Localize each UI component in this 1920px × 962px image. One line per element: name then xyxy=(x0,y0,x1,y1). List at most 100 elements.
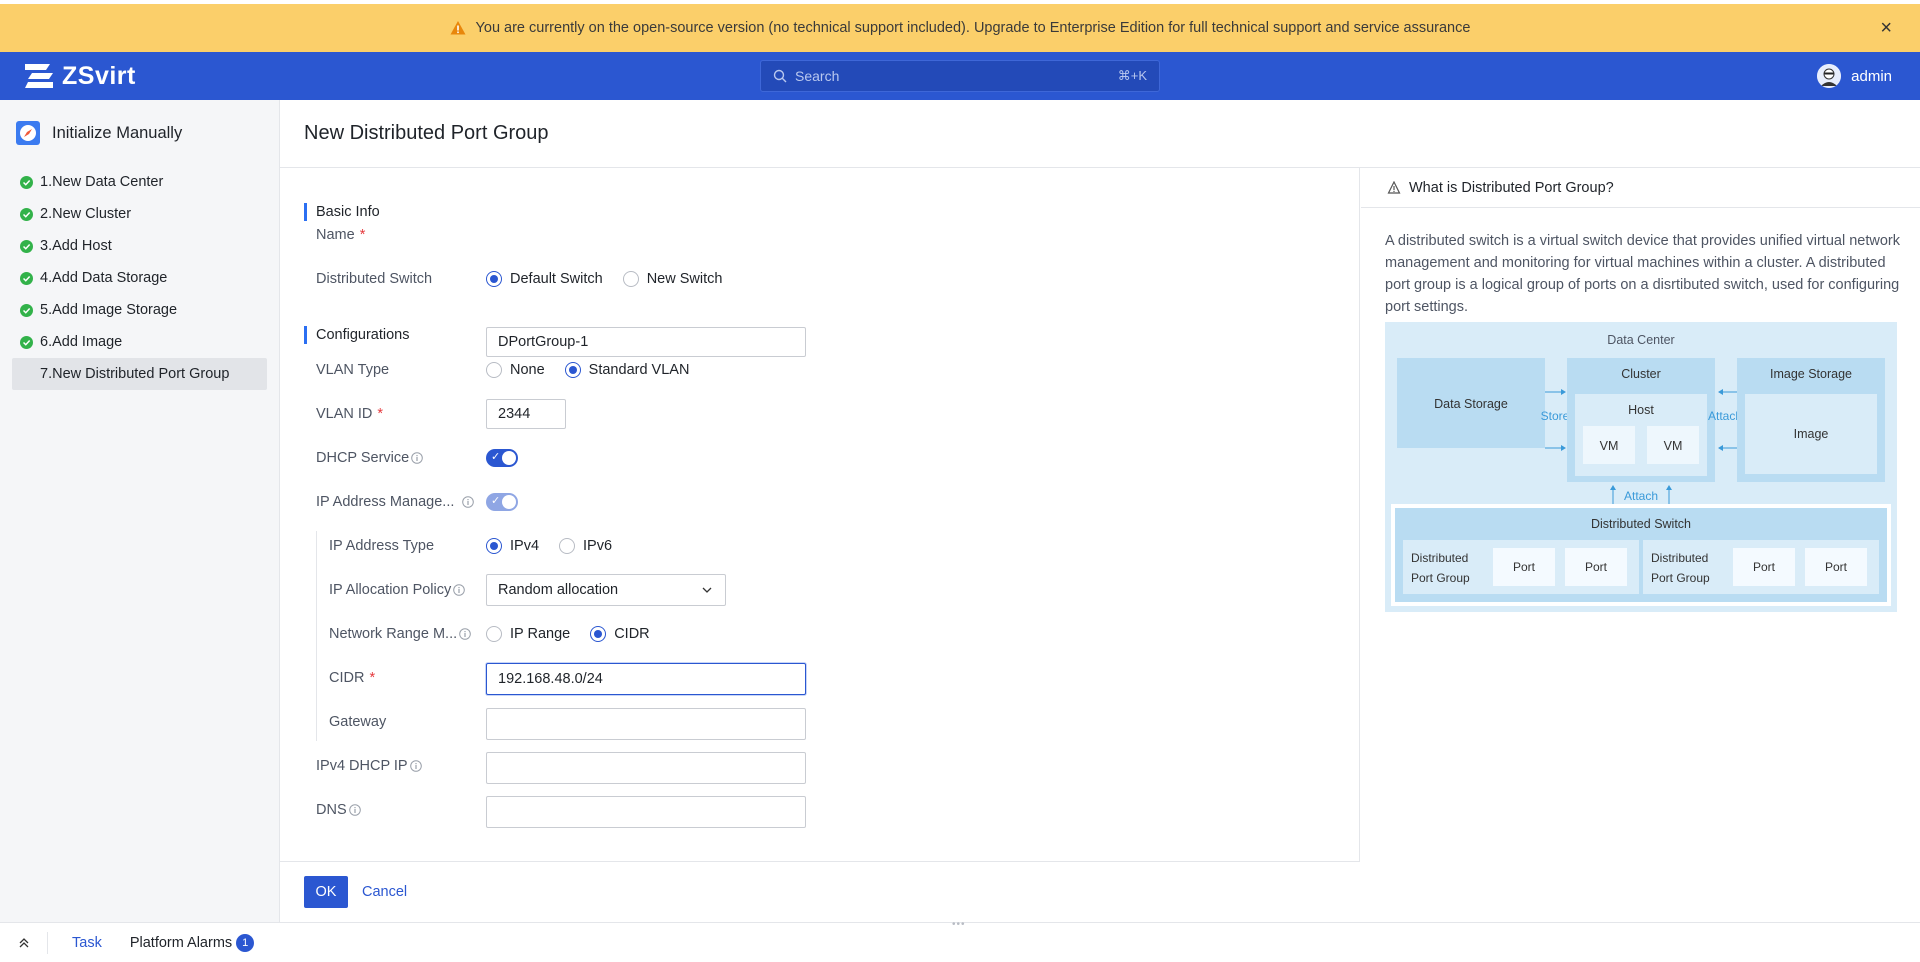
ip-type-radio-group: IPv4 IPv6 xyxy=(486,538,632,554)
radio-ipv6[interactable]: IPv6 xyxy=(559,538,612,554)
search-placeholder: Search xyxy=(795,68,840,84)
diagram-label: Port Group xyxy=(1411,571,1470,585)
resize-grip-icon[interactable]: ••• xyxy=(952,919,966,930)
compass-icon xyxy=(16,121,40,145)
vlan-id-input[interactable]: 2344 xyxy=(486,399,566,429)
vlan-type-radio-group: None Standard VLAN xyxy=(486,362,709,378)
upgrade-banner: You are currently on the open-source ver… xyxy=(0,0,1920,52)
ip-allocation-policy-label: IP Allocation Policy xyxy=(329,575,466,605)
diagram-label: Image Storage xyxy=(1770,367,1852,381)
dns-input[interactable] xyxy=(486,796,806,828)
step-label: 4.Add Data Storage xyxy=(40,270,168,286)
step-label: 5.Add Image Storage xyxy=(40,302,178,318)
sidebar-title-label: Initialize Manually xyxy=(52,123,183,142)
step-item-active[interactable]: 7.New Distributed Port Group xyxy=(12,358,267,390)
diagram-label: Port xyxy=(1753,560,1776,574)
search-input[interactable]: Search ⌘+K xyxy=(760,60,1160,92)
expand-panel-button[interactable] xyxy=(0,931,48,954)
radio-ipv4[interactable]: IPv4 xyxy=(486,538,539,554)
close-icon[interactable]: × xyxy=(1880,18,1892,38)
step-label: 2.New Cluster xyxy=(40,206,132,222)
user-menu[interactable]: admin xyxy=(1817,64,1892,88)
vlan-id-label: VLAN ID * xyxy=(316,406,384,422)
diagram-label: Port xyxy=(1825,560,1848,574)
info-icon[interactable] xyxy=(453,584,466,596)
step-item[interactable]: 6.Add Image xyxy=(12,326,267,358)
dns-label: DNS xyxy=(316,795,361,825)
ip-address-type-label: IP Address Type xyxy=(329,538,435,554)
info-icon[interactable] xyxy=(462,496,475,508)
ip-address-management-toggle[interactable]: ✓ xyxy=(486,493,518,511)
radio-cidr[interactable]: CIDR xyxy=(590,626,650,642)
diagram-label: Attach xyxy=(1708,409,1742,423)
section-configurations: Configurations xyxy=(304,326,410,344)
port-group-form: Basic Info Name * DPortGroup-1 Distribute… xyxy=(280,168,1360,862)
diagram-label: Image xyxy=(1794,427,1829,441)
dhcp-service-toggle[interactable]: ✓ xyxy=(486,449,518,467)
radio-vlan-standard[interactable]: Standard VLAN xyxy=(564,362,689,378)
network-range-radio-group: IP Range CIDR xyxy=(486,626,670,642)
step-label: 3.Add Host xyxy=(40,238,112,254)
avatar xyxy=(1817,64,1842,88)
bottom-bar: ••• Task Platform Alarms 1 xyxy=(0,919,1920,962)
ip-allocation-policy-select[interactable]: Random allocation xyxy=(486,574,726,606)
help-header: What is Distributed Port Group? xyxy=(1361,168,1920,208)
check-circle-icon xyxy=(20,239,33,253)
diagram-label: Attach xyxy=(1624,489,1658,503)
gateway-input[interactable] xyxy=(486,708,806,740)
radio-vlan-none[interactable]: None xyxy=(486,362,545,378)
diagram-label: Distributed xyxy=(1411,551,1468,565)
vlan-type-label: VLAN Type xyxy=(316,362,390,378)
radio-new-switch[interactable]: New Switch xyxy=(622,271,722,287)
brand-name: ZSvirt xyxy=(62,61,136,90)
user-name: admin xyxy=(1851,67,1892,85)
step-item[interactable]: 5.Add Image Storage xyxy=(12,294,267,326)
ok-button[interactable]: OK xyxy=(304,876,348,908)
help-title: What is Distributed Port Group? xyxy=(1409,179,1614,196)
help-body: A distributed switch is a virtual switch… xyxy=(1385,233,1900,315)
alarm-count-badge: 1 xyxy=(236,933,255,952)
check-circle-icon xyxy=(20,175,33,189)
diagram-label: VM xyxy=(1664,439,1683,453)
task-tab[interactable]: Task xyxy=(72,935,102,951)
chevron-down-icon xyxy=(702,587,712,593)
banner-message: You are currently on the open-source ver… xyxy=(475,20,1471,36)
top-header: ZSvirt Search ⌘+K admin xyxy=(0,52,1920,100)
step-label: 1.New Data Center xyxy=(40,174,164,190)
step-item[interactable]: 2.New Cluster xyxy=(12,198,267,230)
wizard-sidebar: Initialize Manually 1.New Data Center 2.… xyxy=(0,100,280,922)
radio-ip-range[interactable]: IP Range xyxy=(486,626,570,642)
info-icon[interactable] xyxy=(459,628,471,640)
zsvirt-logo-icon xyxy=(25,64,53,88)
diagram-label: Distributed Switch xyxy=(1591,517,1691,531)
name-input[interactable]: DPortGroup-1 xyxy=(486,327,806,357)
radio-default-switch[interactable]: Default Switch xyxy=(486,271,603,287)
cancel-button[interactable]: Cancel xyxy=(362,884,407,900)
distributed-switch-label: Distributed Switch xyxy=(316,271,433,287)
ipv4-dhcp-ip-input[interactable] xyxy=(486,752,806,784)
cidr-input[interactable]: 192.168.48.0/24 xyxy=(486,663,806,695)
step-item[interactable]: 1.New Data Center xyxy=(12,166,267,198)
distributed-switch-radio-group: Default Switch New Switch xyxy=(486,271,742,287)
help-panel: What is Distributed Port Group? A distri… xyxy=(1361,168,1920,922)
dhcp-service-label: DHCP Service xyxy=(316,443,424,473)
page-title: New Distributed Port Group xyxy=(280,100,1920,168)
step-item[interactable]: 3.Add Host xyxy=(12,230,267,262)
platform-alarms-tab[interactable]: Platform Alarms 1 xyxy=(130,933,255,952)
info-icon[interactable] xyxy=(409,760,422,772)
diagram-label: Data Center xyxy=(1607,333,1674,347)
step-item[interactable]: 4.Add Data Storage xyxy=(12,262,267,294)
info-icon[interactable] xyxy=(348,804,361,816)
diagram-label: Port Group xyxy=(1651,571,1710,585)
diagram-label: Cluster xyxy=(1621,367,1661,381)
check-circle-icon xyxy=(20,271,33,285)
brand-logo[interactable]: ZSvirt xyxy=(22,60,136,92)
diagram-label: Port xyxy=(1585,560,1608,574)
check-circle-icon xyxy=(20,303,33,317)
gateway-label: Gateway xyxy=(329,714,387,730)
info-icon[interactable] xyxy=(411,452,424,464)
main-content: New Distributed Port Group Basic Info Na… xyxy=(280,100,1920,922)
ip-group-divider xyxy=(316,531,317,741)
diagram-label: Port xyxy=(1513,560,1536,574)
search-icon xyxy=(773,69,787,83)
